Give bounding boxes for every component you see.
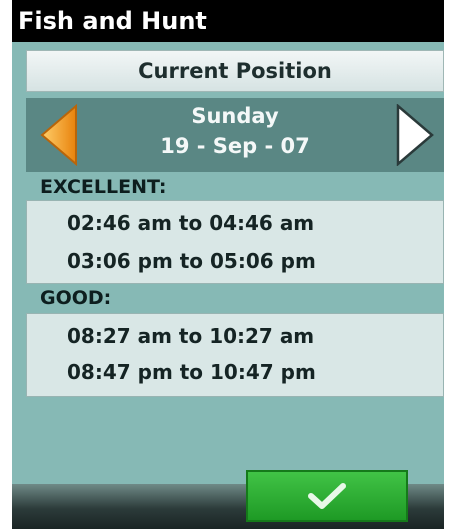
date-full: 19 - Sep - 07 (160, 134, 310, 158)
date-selector: Sunday 19 - Sep - 07 (26, 98, 444, 172)
right-arrow-icon[interactable] (396, 104, 434, 166)
date-day: Sunday (191, 104, 279, 128)
excellent-label: EXCELLENT: (40, 176, 167, 198)
excellent-time-2: 03:06 pm to 05:06 pm (67, 249, 316, 273)
good-time-2: 08:47 pm to 10:47 pm (67, 360, 316, 384)
date-display: Sunday 19 - Sep - 07 (26, 102, 444, 162)
ok-button[interactable] (246, 470, 408, 522)
good-time-1: 08:27 am to 10:27 am (67, 324, 315, 348)
checkmark-icon (308, 483, 346, 509)
excellent-time-1: 02:46 am to 04:46 am (67, 211, 315, 235)
current-position-button[interactable]: Current Position (26, 50, 444, 92)
device-screen: Fish and Hunt Current Position Sunday 19… (12, 0, 444, 529)
current-position-label: Current Position (138, 59, 332, 83)
excellent-times-panel: 02:46 am to 04:46 am 03:06 pm to 05:06 p… (26, 200, 444, 284)
app-title: Fish and Hunt (12, 0, 444, 42)
good-times-panel: 08:27 am to 10:27 am 08:47 pm to 10:47 p… (26, 313, 444, 397)
good-label: GOOD: (40, 287, 112, 309)
